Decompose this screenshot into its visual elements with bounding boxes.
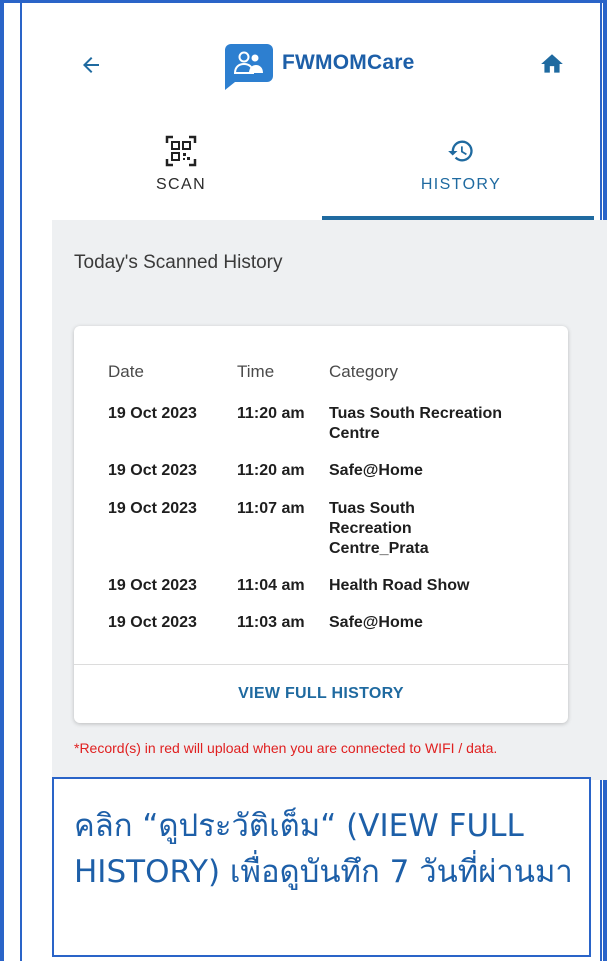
- instruction-callout: คลิก “ดูประวัติเต็ม“ (VIEW FULL HISTORY)…: [52, 777, 591, 957]
- frame-inner-line-left: [20, 3, 22, 961]
- app-title: FWMOMCare: [282, 51, 415, 74]
- row-time: 11:07 am: [237, 500, 305, 517]
- tab-scan[interactable]: SCAN: [40, 120, 322, 220]
- tab-bar: SCAN HISTORY: [40, 120, 600, 220]
- row-time: 11:04 am: [237, 577, 305, 594]
- tab-history[interactable]: HISTORY: [322, 120, 600, 220]
- row-category: Tuas South Recreation Centre: [329, 405, 503, 442]
- qr-code-icon: [164, 134, 198, 168]
- tab-history-label: HISTORY: [420, 176, 502, 193]
- home-button[interactable]: [536, 48, 568, 80]
- row-time: 11:03 am: [237, 614, 305, 631]
- row-time: 11:20 am: [237, 405, 305, 422]
- back-button[interactable]: [76, 50, 106, 80]
- row-date: 19 Oct 2023: [108, 500, 197, 517]
- fwmomcare-logo-icon: [225, 44, 273, 90]
- history-content: Today's Scanned History Date Time Catego…: [52, 220, 607, 780]
- history-card: Date Time Category 19 Oct 2023 11:20 am …: [74, 326, 568, 723]
- column-header-category: Category: [329, 362, 398, 381]
- tab-scan-label: SCAN: [155, 176, 207, 193]
- history-icon: [447, 134, 475, 168]
- column-header-time: Time: [237, 362, 275, 381]
- app-logo: FWMOMCare: [225, 44, 415, 90]
- row-time: 11:20 am: [237, 462, 305, 479]
- row-date: 19 Oct 2023: [108, 614, 197, 631]
- row-date: 19 Oct 2023: [108, 405, 197, 422]
- row-category: Safe@Home: [329, 614, 423, 631]
- callout-text: คลิก “ดูประวัติเต็ม“ (VIEW FULL HISTORY)…: [74, 808, 573, 890]
- row-date: 19 Oct 2023: [108, 577, 197, 594]
- column-header-date: Date: [108, 362, 144, 381]
- home-icon: [541, 54, 563, 73]
- section-title: Today's Scanned History: [74, 252, 283, 273]
- upload-note: *Record(s) in red will upload when you a…: [74, 740, 498, 756]
- view-full-history-button[interactable]: VIEW FULL HISTORY: [74, 664, 568, 723]
- row-category: Health Road Show: [329, 577, 470, 594]
- row-date: 19 Oct 2023: [108, 462, 197, 479]
- app-header: FWMOMCare: [0, 0, 607, 110]
- arrow-left-icon: [83, 57, 99, 73]
- row-category: Safe@Home: [329, 462, 423, 479]
- row-category: Tuas South Recreation Centre_Prata: [329, 500, 429, 557]
